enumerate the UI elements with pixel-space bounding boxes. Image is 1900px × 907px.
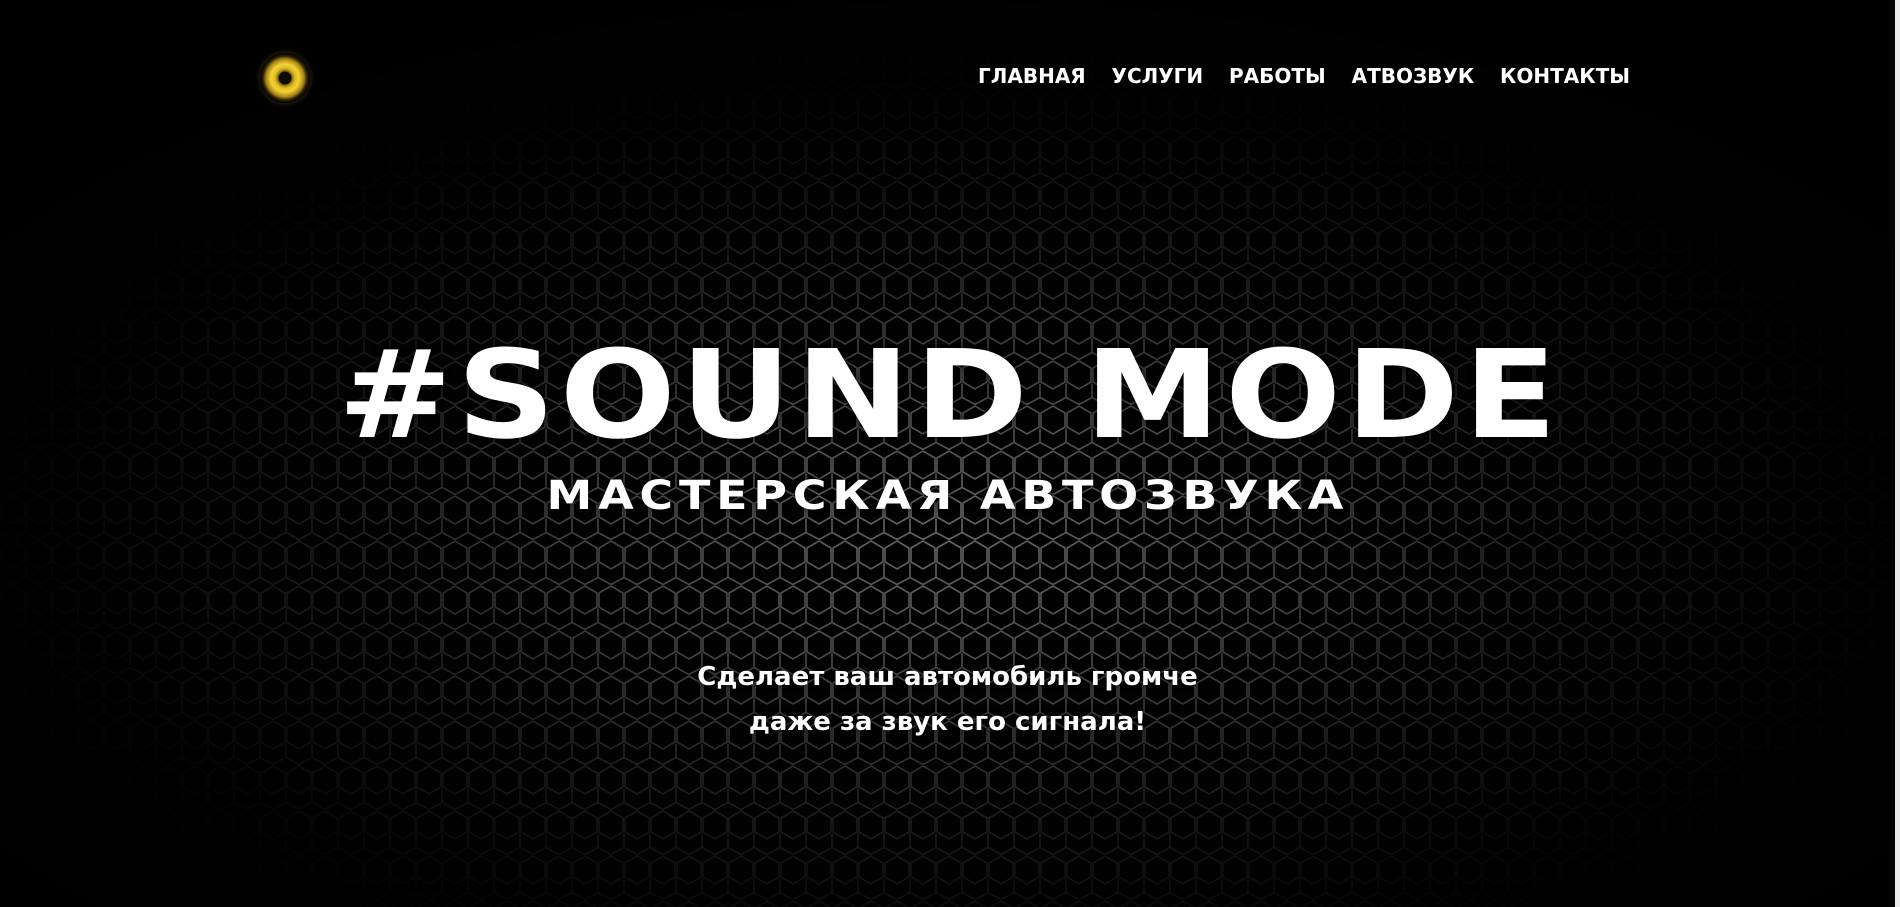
- nav-item-car-audio[interactable]: АТВОЗВУК: [1352, 64, 1475, 88]
- hero-tagline: Сделает ваш автомобиль громче даже за зв…: [0, 655, 1895, 745]
- nav-item-contacts[interactable]: КОНТАКТЫ: [1500, 64, 1630, 88]
- hero-subtitle: МАСТЕРСКАЯ АВТОЗВУКА: [546, 473, 1350, 519]
- nav-item-home[interactable]: ГЛАВНАЯ: [978, 64, 1086, 88]
- main-navigation: ГЛАВНАЯ УСЛУГИ РАБОТЫ АТВОЗВУК КОНТАКТЫ: [978, 60, 1630, 92]
- nav-item-works[interactable]: РАБОТЫ: [1229, 64, 1326, 88]
- hero-section: ГЛАВНАЯ УСЛУГИ РАБОТЫ АТВОЗВУК КОНТАКТЫ …: [0, 0, 1895, 907]
- hero-title: #SOUND MODE: [337, 324, 1562, 466]
- page-scroll-edge: [1895, 0, 1900, 907]
- tagline-line-1: Сделает ваш автомобиль громче: [697, 662, 1198, 692]
- tagline-line-2: даже за звук его сигнала!: [748, 707, 1147, 737]
- nav-item-services[interactable]: УСЛУГИ: [1112, 64, 1204, 88]
- speaker-logo-icon[interactable]: [260, 53, 310, 103]
